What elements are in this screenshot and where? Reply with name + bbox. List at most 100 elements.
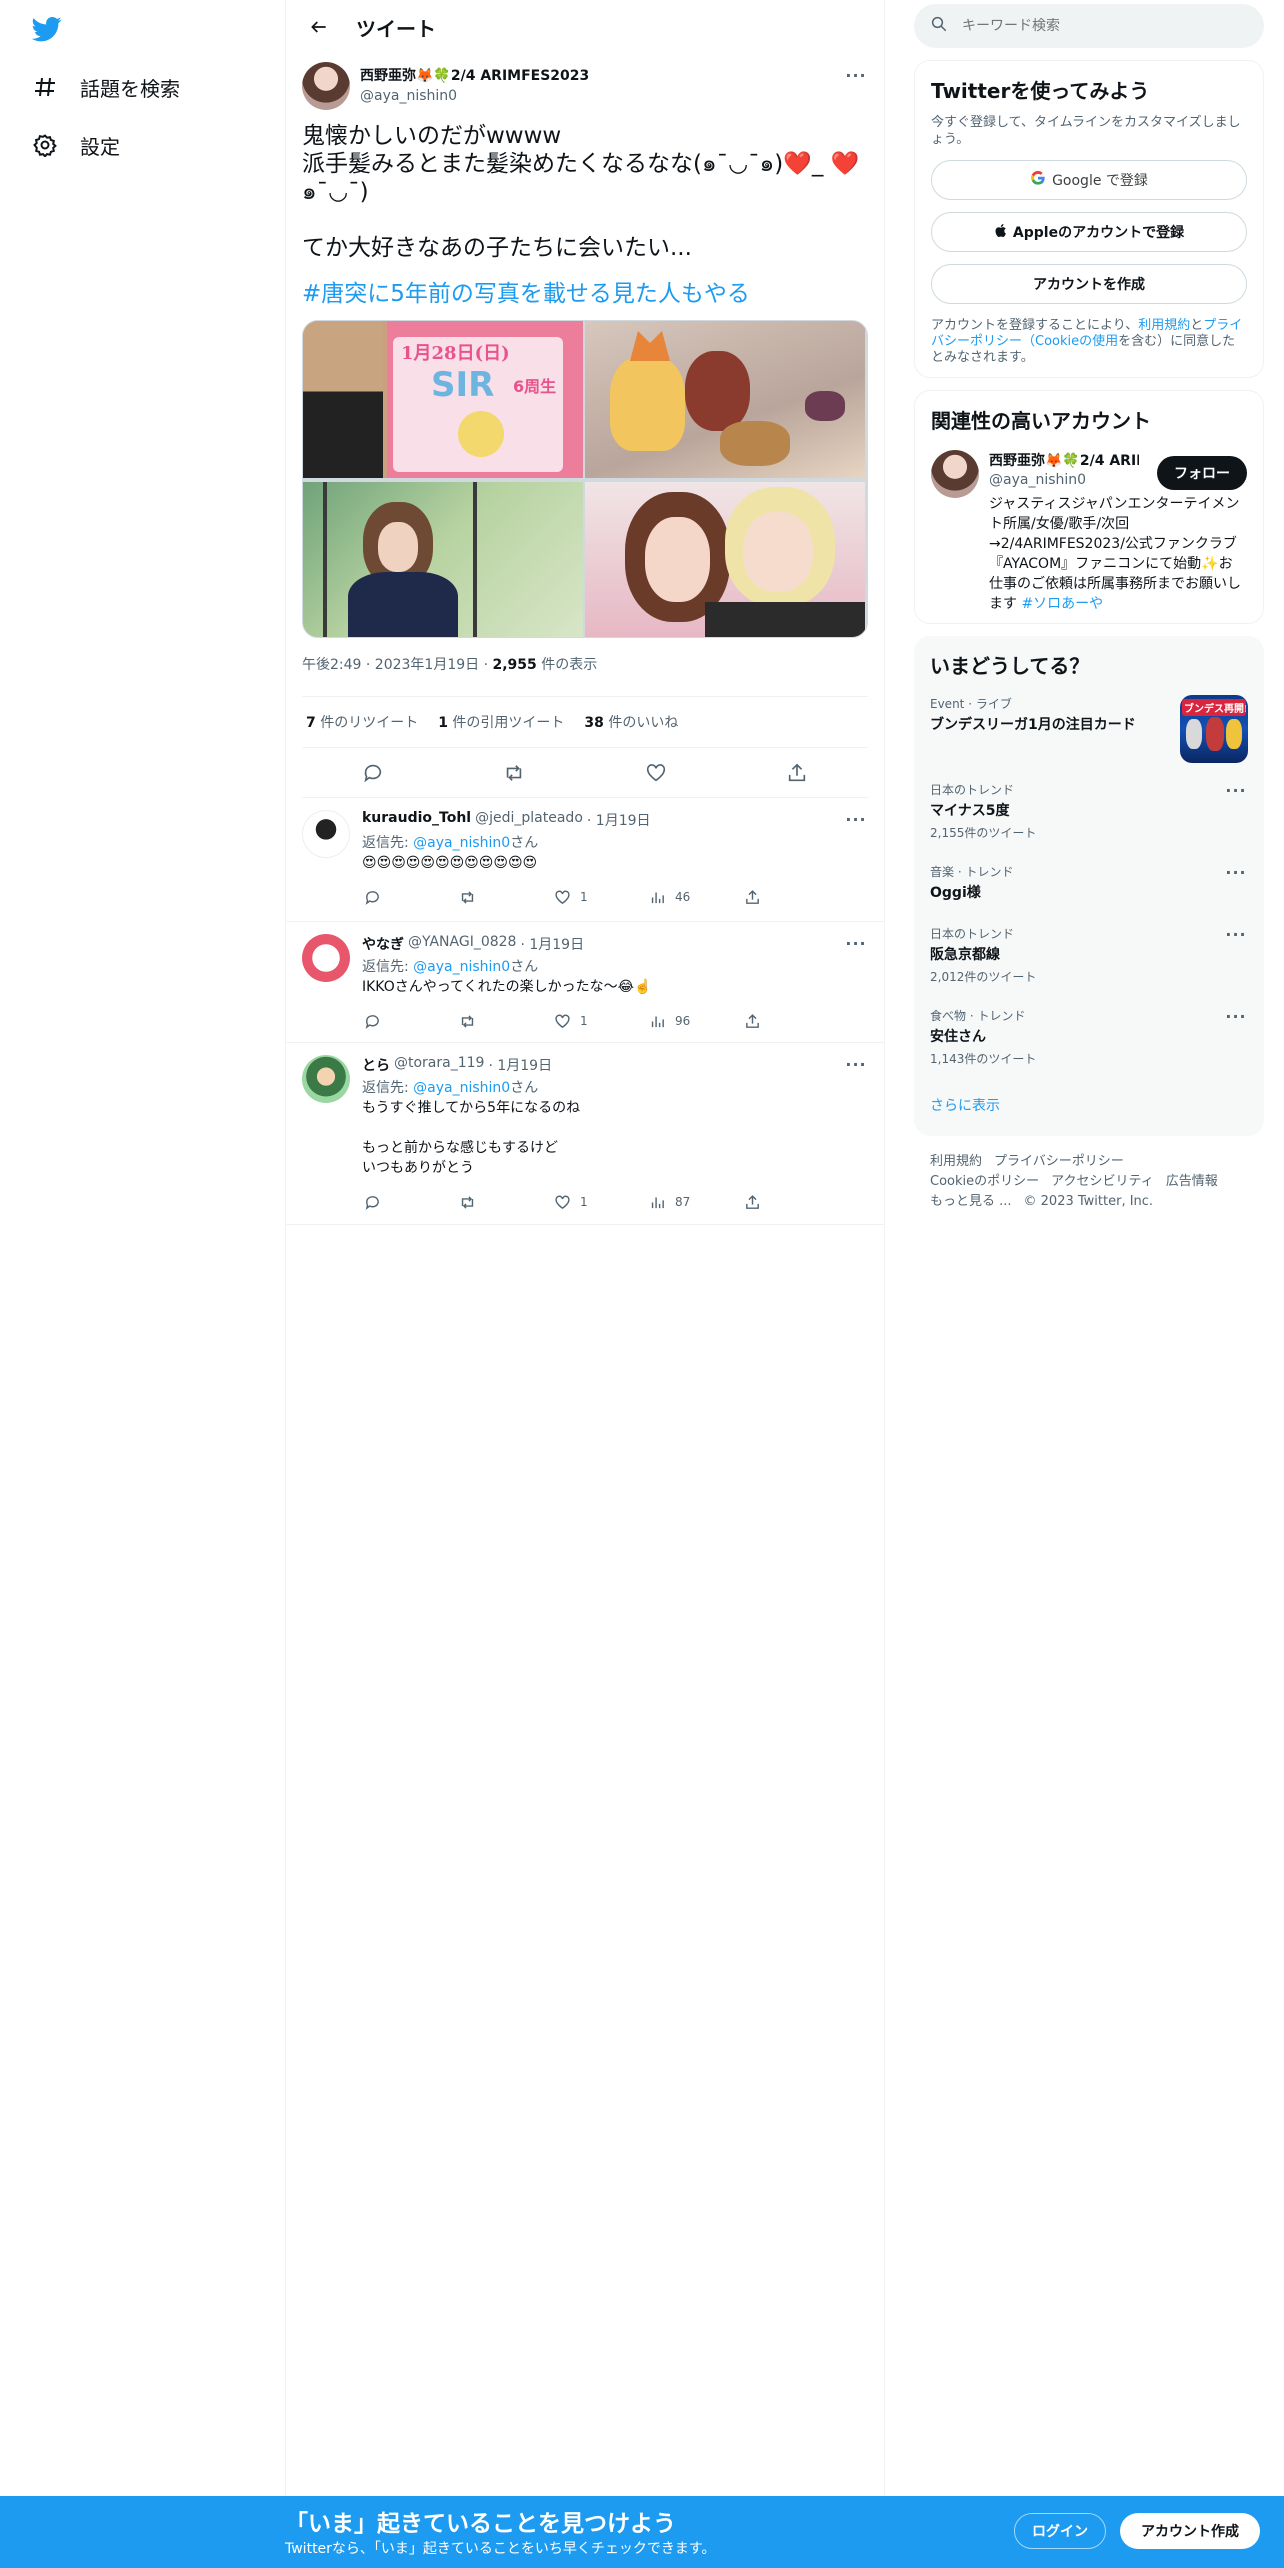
trend-item[interactable]: 音楽 · トレンド Oggi様 ··· (930, 863, 1248, 909)
reply-author-name[interactable]: kuraudio_Tohl (362, 810, 471, 830)
media-image[interactable] (585, 482, 865, 637)
avatar[interactable] (302, 62, 350, 110)
follow-button[interactable]: フォロー (1157, 456, 1247, 490)
like-button[interactable]: 1 (552, 1192, 647, 1212)
google-signup-button[interactable]: Google で登録 (931, 160, 1247, 200)
trend-item[interactable]: Event · ライブ ブンデスリーガ1月の注目カード ブンデス再開! (930, 695, 1248, 765)
login-button[interactable]: ログイン (1014, 2513, 1106, 2549)
reply-to-suffix: さん (510, 1080, 539, 1096)
tweet-stats: 7 件のリツイート 1 件の引用ツイート 38 件のいいね (302, 696, 868, 748)
trend-item[interactable]: 食べ物 · トレンド 安住さん 1,143件のツイート ··· (930, 1007, 1248, 1073)
media-image[interactable] (303, 482, 583, 637)
reply-tweet[interactable]: kuraudio_Tohl @jedi_plateado · 1月19日 返信先: … (286, 798, 884, 922)
footer-link[interactable]: Cookieのポリシー (930, 1174, 1039, 1189)
more-options-icon[interactable]: ··· (844, 810, 868, 830)
apple-signup-button[interactable]: Appleのアカウントで登録 (931, 212, 1247, 252)
hashtag-link[interactable]: #唐突に5年前の写真を載せる見た人もやる (302, 274, 868, 308)
mention-link[interactable]: @aya_nishin0 (413, 835, 510, 851)
trend-count: 1,143件のツイート (930, 1052, 1037, 1066)
avatar[interactable] (302, 810, 350, 858)
footer-link[interactable]: 利用規約 (930, 1154, 982, 1169)
media-image[interactable]: 1月28日(日) SIR 6周生 (303, 321, 583, 478)
reply-author-handle[interactable]: @YANAGI_0828 (408, 934, 516, 954)
likes-stat[interactable]: 38 件のいいね (584, 712, 678, 732)
sidebar-item-settings[interactable]: 設定 (30, 121, 120, 169)
share-button[interactable] (742, 1011, 837, 1031)
reply-date[interactable]: · 1月19日 (587, 810, 651, 830)
views-button[interactable]: 46 (647, 887, 742, 907)
related-account-name[interactable]: 西野亜弥🦊🍀2/4 ARIMFES2023 (989, 450, 1139, 470)
reply-author-name[interactable]: やなぎ (362, 934, 404, 954)
show-more-link[interactable]: さらに表示 (930, 1095, 1248, 1115)
reply-date[interactable]: · 1月19日 (488, 1055, 552, 1075)
views-button[interactable]: 87 (647, 1192, 742, 1212)
retweet-button[interactable] (457, 1192, 552, 1212)
reply-button[interactable] (362, 887, 457, 907)
retweets-stat[interactable]: 7 件のリツイート (306, 712, 418, 732)
apple-signup-label: Appleのアカウントで登録 (1012, 225, 1185, 241)
reply-date[interactable]: · 1月19日 (520, 934, 584, 954)
create-account-label: アカウントを作成 (1033, 277, 1145, 293)
back-arrow-icon[interactable] (302, 10, 336, 44)
reply-icon[interactable] (360, 760, 386, 786)
bio-hashtag-link[interactable]: #ソロあーや (1021, 596, 1103, 612)
share-button[interactable] (742, 887, 837, 907)
share-icon[interactable] (784, 760, 810, 786)
tweet-timestamp[interactable]: 午後2:49 · 2023年1月19日 · (302, 657, 493, 673)
more-options-icon[interactable]: ··· (1224, 781, 1248, 801)
more-options-icon[interactable]: ··· (844, 934, 868, 954)
more-options-icon[interactable]: ··· (1224, 863, 1248, 883)
more-options-icon[interactable]: ··· (1224, 1007, 1248, 1027)
footer-link[interactable]: もっと見る ... (930, 1194, 1012, 1209)
trend-item[interactable]: 日本のトレンド 阪急京都線 2,012件のツイート ··· (930, 925, 1248, 991)
avatar[interactable] (302, 934, 350, 982)
more-options-icon[interactable]: ··· (844, 66, 868, 86)
more-options-icon[interactable]: ··· (1224, 925, 1248, 945)
like-count: 1 (580, 890, 588, 904)
footer: 利用規約 プライバシーポリシー Cookieのポリシー アクセシビリティ 広告情報 も… (914, 1136, 1264, 1228)
media-image[interactable] (585, 321, 865, 478)
reply-author-name[interactable]: とら (362, 1055, 390, 1075)
tweet-author: 西野亜弥🦊🍀2/4 ARIMFES2023 @aya_nishin0 ··· (302, 62, 868, 122)
twitter-logo-icon[interactable] (30, 14, 64, 44)
avatar[interactable] (302, 1055, 350, 1103)
share-button[interactable] (742, 1192, 837, 1212)
search-box[interactable] (914, 4, 1264, 48)
quotes-stat[interactable]: 1 件の引用ツイート (438, 712, 564, 732)
like-count: 1 (580, 1014, 588, 1028)
more-options-icon[interactable]: ··· (844, 1055, 868, 1075)
retweet-button[interactable] (457, 1011, 552, 1031)
terms-link[interactable]: 利用規約 (1138, 318, 1190, 333)
banner-title: 「いま」起きていることを見つけよう (285, 2511, 676, 2537)
like-icon[interactable] (643, 760, 669, 786)
footer-link[interactable]: 広告情報 (1166, 1174, 1218, 1189)
reply-tweet[interactable]: やなぎ @YANAGI_0828 · 1月19日 返信先: @aya_nishin0… (286, 922, 884, 1043)
login-banner: 「いま」起きていることを見つけよう Twitterなら、「いま」起きていることを… (0, 2496, 1284, 2568)
author-handle[interactable]: @aya_nishin0 (360, 88, 589, 104)
footer-link[interactable]: アクセシビリティ (1051, 1174, 1154, 1189)
sidebar-item-explore[interactable]: 話題を検索 (30, 63, 180, 111)
signup-card-subtitle: 今すぐ登録して、タイムラインをカスタマイズしましょう。 (931, 115, 1241, 147)
retweet-icon[interactable] (501, 760, 527, 786)
reply-button[interactable] (362, 1192, 457, 1212)
reply-actions: 1 46 (362, 877, 868, 917)
reply-author-handle[interactable]: @jedi_plateado (475, 810, 583, 830)
mention-link[interactable]: @aya_nishin0 (413, 959, 510, 975)
search-input[interactable] (962, 18, 1222, 34)
related-account[interactable]: 西野亜弥🦊🍀2/4 ARIMFES2023 @aya_nishin0 ジャスティ… (931, 450, 1247, 614)
reply-tweet[interactable]: とら @torara_119 · 1月19日 返信先: @aya_nishin0さん… (286, 1043, 884, 1225)
author-name[interactable]: 西野亜弥🦊🍀2/4 ARIMFES2023 (360, 65, 589, 85)
create-account-button[interactable]: アカウントを作成 (931, 264, 1247, 304)
footer-link[interactable]: プライバシーポリシー (994, 1154, 1124, 1169)
reply-author-handle[interactable]: @torara_119 (394, 1055, 484, 1075)
trend-category: 食べ物 · トレンド (930, 1009, 1026, 1023)
reply-button[interactable] (362, 1011, 457, 1031)
like-button[interactable]: 1 (552, 887, 647, 907)
views-button[interactable]: 96 (647, 1011, 742, 1031)
mention-link[interactable]: @aya_nishin0 (413, 1080, 510, 1096)
trend-item[interactable]: 日本のトレンド マイナス5度 2,155件のツイート ··· (930, 781, 1248, 847)
signup-button[interactable]: アカウント作成 (1120, 2513, 1260, 2549)
like-button[interactable]: 1 (552, 1011, 647, 1031)
avatar[interactable] (931, 450, 979, 498)
retweet-button[interactable] (457, 887, 552, 907)
